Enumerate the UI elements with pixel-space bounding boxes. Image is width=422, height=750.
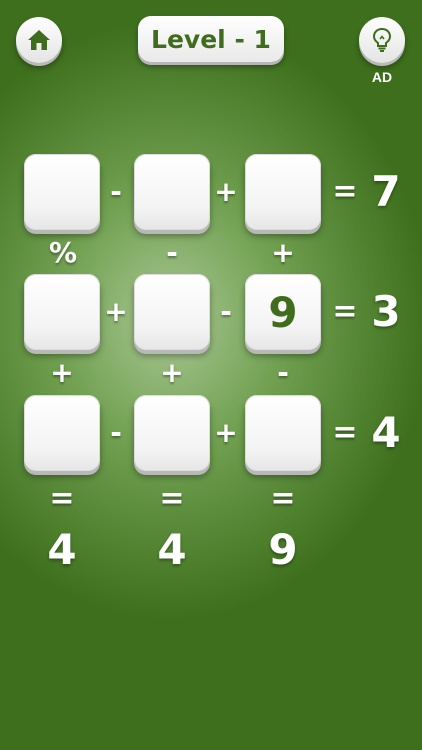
row-equals: = — [332, 174, 358, 209]
grid-cell-given: 9 — [245, 274, 321, 350]
grid-cell[interactable] — [245, 154, 321, 230]
home-button[interactable] — [16, 17, 62, 63]
hint-button[interactable] — [359, 17, 405, 63]
column-result: 4 — [157, 525, 187, 574]
column-result: 9 — [268, 525, 298, 574]
row-equals: = — [332, 415, 358, 450]
row-operator: - — [110, 416, 122, 449]
row-result: 4 — [371, 408, 401, 457]
column-result: 4 — [47, 525, 77, 574]
column-operator: + — [50, 356, 74, 389]
column-operator: - — [166, 236, 178, 269]
grid-cell[interactable] — [245, 395, 321, 471]
row-operator: + — [104, 295, 128, 328]
column-equals: = — [270, 481, 296, 516]
row-operator: + — [214, 416, 238, 449]
column-operator: + — [271, 236, 295, 269]
column-operator: - — [277, 356, 289, 389]
grid-cell[interactable] — [134, 395, 210, 471]
grid-cell[interactable] — [134, 154, 210, 230]
column-equals: = — [49, 481, 75, 516]
row-result: 7 — [371, 167, 401, 216]
column-equals: = — [159, 481, 185, 516]
level-title: Level - 1 — [138, 16, 284, 62]
ad-label: AD — [371, 69, 393, 85]
row-operator: + — [214, 175, 238, 208]
row-equals: = — [332, 294, 358, 329]
column-operator: + — [160, 356, 184, 389]
grid-cell[interactable] — [24, 154, 100, 230]
row-result: 3 — [371, 287, 401, 336]
row-operator: - — [110, 175, 122, 208]
lightbulb-icon — [372, 27, 392, 52]
grid-cell[interactable] — [24, 395, 100, 471]
grid-cell[interactable] — [24, 274, 100, 350]
grid-cell[interactable] — [134, 274, 210, 350]
home-icon — [28, 30, 50, 50]
row-operator: - — [220, 295, 232, 328]
column-operator: % — [49, 236, 78, 269]
